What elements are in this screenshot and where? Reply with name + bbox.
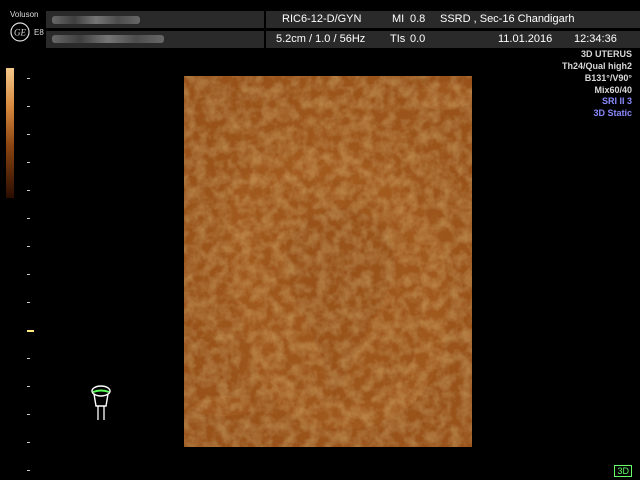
- depth-tick: [27, 386, 30, 387]
- depth-freq-label: 5.2cm / 1.0 / 56Hz: [276, 33, 366, 45]
- info-line-3: B131°/V90°: [584, 73, 632, 83]
- depth-tick: [27, 302, 30, 303]
- info-line-5: SRI II 3: [601, 96, 632, 106]
- depth-tick: [27, 470, 30, 471]
- time-label: 12:34:36: [574, 33, 617, 45]
- tis-value: 0.0: [410, 33, 426, 45]
- depth-tick: [27, 134, 30, 135]
- depth-tick: [27, 106, 30, 107]
- depth-tick: [27, 218, 30, 219]
- depth-tick: [27, 358, 30, 359]
- depth-tick: [27, 442, 30, 443]
- redacted-patient-id: [52, 35, 164, 43]
- tis-label: TIs: [390, 33, 406, 45]
- brand-label: Voluson: [10, 10, 39, 19]
- facility-label: SSRD , Sec-16 Chandigarh: [440, 13, 575, 25]
- focus-marker: [27, 330, 34, 332]
- depth-tick: [27, 190, 30, 191]
- date-label: 11.01.2016: [498, 33, 553, 45]
- ge-logo-icon: GE: [10, 22, 30, 42]
- probe-icon: [91, 385, 111, 420]
- mi-label: MI: [392, 13, 405, 25]
- brand-sub-label: E8: [34, 28, 44, 37]
- depth-tick: [27, 246, 30, 247]
- depth-tick: [27, 274, 30, 275]
- probe-mode-label: RIC6-12-D/GYN: [282, 13, 362, 25]
- mode-badge: 3D: [614, 465, 632, 477]
- svg-text:GE: GE: [14, 28, 26, 38]
- info-line-1: 3D UTERUS: [580, 49, 632, 59]
- depth-tick: [27, 78, 30, 79]
- depth-tick: [27, 162, 30, 163]
- mi-value: 0.8: [410, 13, 426, 25]
- info-line-4: Mix60/40: [594, 85, 632, 95]
- info-line-6: 3D Static: [593, 108, 632, 118]
- depth-tick: [27, 414, 30, 415]
- color-map-bar: [6, 68, 14, 198]
- info-line-2: Th24/Qual high2: [561, 61, 632, 71]
- redacted-patient-name: [52, 16, 140, 24]
- ultrasound-3d-image: [184, 76, 472, 447]
